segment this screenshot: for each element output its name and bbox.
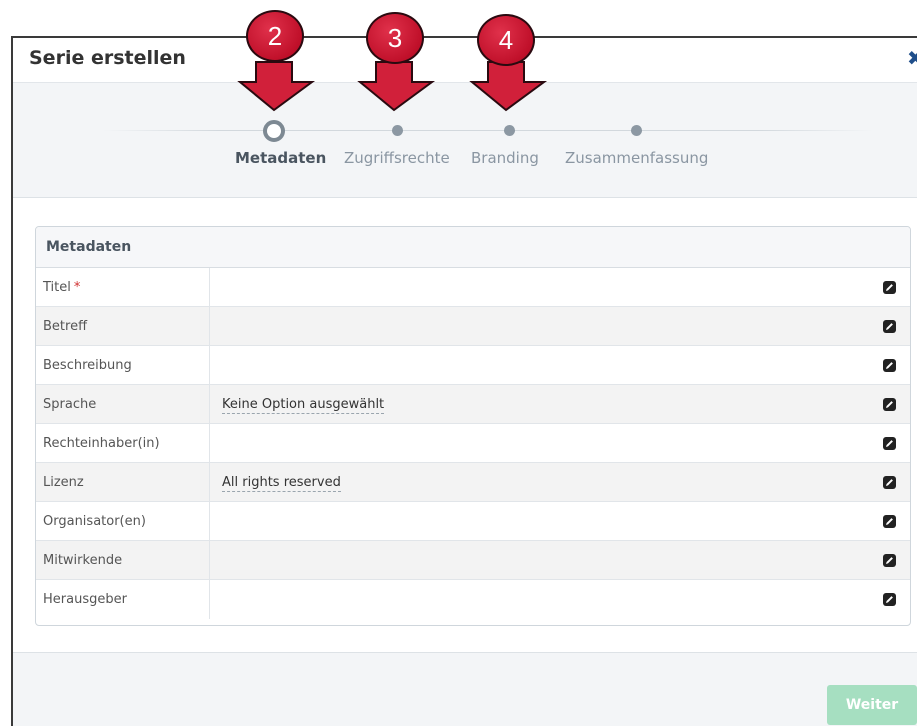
row-label: Sprache bbox=[36, 385, 210, 423]
row-label: Herausgeber bbox=[36, 580, 210, 619]
table-row-organisatoren: Organisator(en) bbox=[36, 502, 910, 541]
close-icon[interactable]: ✖ bbox=[907, 46, 917, 70]
pencil-icon[interactable] bbox=[883, 320, 896, 333]
metadata-panel-heading: Metadaten bbox=[36, 227, 910, 268]
row-label: Organisator(en) bbox=[36, 502, 210, 540]
annotation-arrow-down-icon bbox=[237, 61, 316, 112]
step-zusammenfassung[interactable]: Zusammenfassung bbox=[565, 149, 708, 167]
row-label: Betreff bbox=[36, 307, 210, 345]
row-value-sprache[interactable]: Keine Option ausgewählt bbox=[222, 385, 385, 423]
pencil-icon[interactable] bbox=[883, 398, 896, 411]
table-row-lizenz: Lizenz All rights reserved bbox=[36, 463, 910, 502]
row-value-lizenz[interactable]: All rights reserved bbox=[222, 463, 341, 501]
pencil-icon[interactable] bbox=[883, 437, 896, 450]
pencil-icon[interactable] bbox=[883, 593, 896, 606]
create-series-modal: Serie erstellen ✖ Metadaten Zugriffsrech… bbox=[11, 36, 917, 726]
row-label: Lizenz bbox=[36, 463, 210, 501]
next-button[interactable]: Weiter bbox=[827, 685, 917, 725]
modal-footer: Weiter bbox=[13, 652, 917, 726]
metadata-panel: Metadaten Titel * Betreff Beschreibung Sp… bbox=[35, 226, 911, 626]
step-dot-branding[interactable] bbox=[504, 125, 515, 136]
required-marker: * bbox=[73, 280, 81, 295]
table-row-mitwirkende: Mitwirkende bbox=[36, 541, 910, 580]
table-row-herausgeber: Herausgeber bbox=[36, 580, 910, 619]
pencil-icon[interactable] bbox=[883, 554, 896, 567]
annotation-arrow-down-icon bbox=[357, 61, 436, 112]
row-label: Beschreibung bbox=[36, 346, 210, 384]
step-metadaten[interactable]: Metadaten bbox=[235, 149, 326, 167]
step-branding[interactable]: Branding bbox=[471, 149, 539, 167]
modal-title: Serie erstellen bbox=[29, 47, 186, 69]
annotation-marker-3: 3 bbox=[366, 12, 424, 64]
row-value-text: Keine Option ausgewählt bbox=[222, 397, 385, 414]
row-value-text: All rights reserved bbox=[222, 475, 341, 492]
modal-header: Serie erstellen ✖ bbox=[13, 38, 917, 83]
wizard-steps: Metadaten Zugriffsrechte Branding Zusamm… bbox=[13, 83, 917, 198]
annotation-arrow-down-icon bbox=[469, 61, 548, 112]
row-label: Mitwirkende bbox=[36, 541, 210, 579]
table-row-rechteinhaber: Rechteinhaber(in) bbox=[36, 424, 910, 463]
step-zugriffsrechte[interactable]: Zugriffsrechte bbox=[344, 149, 450, 167]
pencil-icon[interactable] bbox=[883, 281, 896, 294]
row-label: Rechteinhaber(in) bbox=[36, 424, 210, 462]
annotation-marker-4: 4 bbox=[477, 14, 535, 66]
table-row-titel: Titel * bbox=[36, 268, 910, 307]
annotation-marker-2: 2 bbox=[246, 10, 304, 62]
wizard-progress-line bbox=[103, 130, 873, 131]
table-row-beschreibung: Beschreibung bbox=[36, 346, 910, 385]
row-label: Titel * bbox=[36, 268, 210, 306]
pencil-icon[interactable] bbox=[883, 476, 896, 489]
pencil-icon[interactable] bbox=[883, 515, 896, 528]
row-label-text: Titel bbox=[43, 280, 71, 295]
pencil-icon[interactable] bbox=[883, 359, 896, 372]
table-row-sprache: Sprache Keine Option ausgewählt bbox=[36, 385, 910, 424]
step-dot-zusammenfassung[interactable] bbox=[631, 125, 642, 136]
step-dot-zugriffsrechte[interactable] bbox=[392, 125, 403, 136]
step-dot-metadaten[interactable] bbox=[263, 120, 285, 142]
table-row-betreff: Betreff bbox=[36, 307, 910, 346]
